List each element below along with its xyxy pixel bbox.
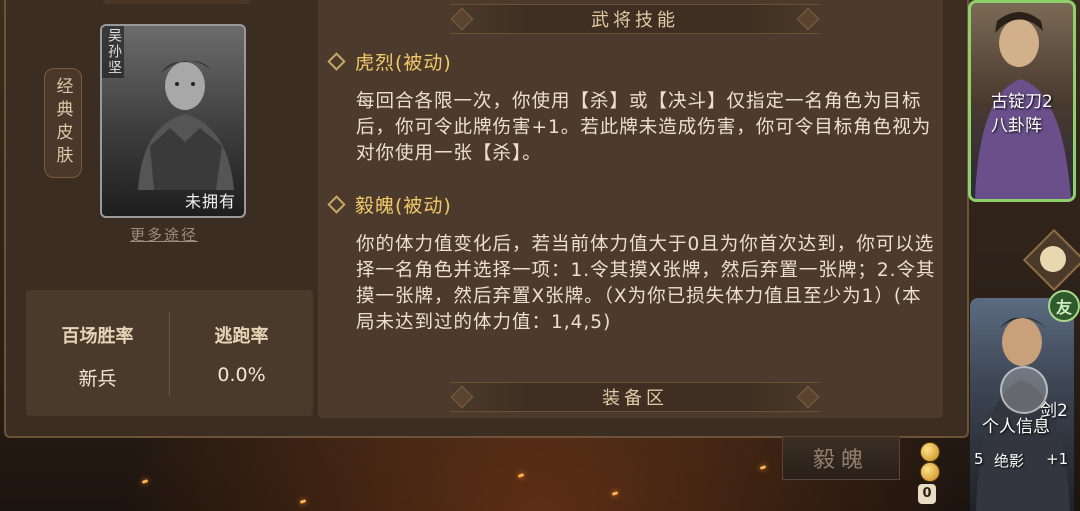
panel-top-edge (102, 0, 252, 4)
equipment-weapon: 古锭刀2 (991, 92, 1053, 112)
win-rate-value: 新兵 (78, 368, 117, 390)
escape-rate-value: 0.0% (217, 364, 266, 386)
equipment-banner: 装备区 (450, 382, 820, 412)
watermark (1073, 499, 1076, 509)
skills-info-area: 武将技能 虎烈(被动) 每回合各限一次，你使用【杀】或【决斗】仅指定一名角色为目… (318, 0, 943, 418)
top-hero-card[interactable]: 古锭刀2 八卦阵 (968, 0, 1076, 202)
general-portrait-icon (138, 60, 234, 190)
escape-rate-label: 逃跑率 (214, 326, 269, 347)
classic-skin-tab[interactable]: 经典皮肤 (44, 68, 82, 178)
more-ways-link[interactable]: 更多途径 (130, 224, 198, 245)
general-card[interactable]: 吴孙坚 未拥有 (100, 24, 246, 218)
skill-description: 你的体力值变化后，若当前体力值大于0且为你首次达到，你可以选择一名角色并选择一项… (356, 234, 936, 333)
skill-title: 毅魄(被动) (355, 195, 452, 217)
diamond-bullet-icon (327, 52, 346, 71)
coin-icon (920, 442, 940, 462)
horse-card-value: 5 (974, 450, 984, 468)
personal-info-label[interactable]: 个人信息 (982, 412, 1050, 437)
skill-title: 虎烈(被动) (355, 52, 452, 74)
skill-block: 毅魄(被动) 你的体力值变化后，若当前体力值大于0且为你首次达到，你可以选择一名… (327, 191, 936, 336)
diamond-bullet-icon (327, 195, 346, 214)
coin-icon (920, 462, 940, 482)
skill-activate-button[interactable]: 毅魄 (782, 436, 900, 480)
friend-badge: 友 (1048, 290, 1080, 322)
stats-box: 百场胜率 新兵 逃跑率 0.0% (26, 290, 313, 416)
skills-banner: 武将技能 (450, 4, 820, 34)
gear-icon (1040, 246, 1066, 272)
skill-block: 虎烈(被动) 每回合各限一次，你使用【杀】或【决斗】仅指定一名角色为目标后，你可… (327, 48, 936, 167)
hand-count-badge: 0 (918, 484, 936, 504)
equipment-banner-label: 装备区 (602, 388, 668, 409)
classic-skin-label: 经典皮肤 (52, 77, 73, 169)
skill-description: 每回合各限一次，你使用【杀】或【决斗】仅指定一名角色为目标后，你可令此牌伤害+1… (356, 91, 932, 164)
ownership-status: 未拥有 (184, 192, 236, 211)
horse-card-plus: +1 (1046, 450, 1069, 468)
equipment-armor: 八卦阵 (991, 116, 1042, 136)
card-general-name: 吴孙坚 (102, 26, 124, 78)
win-rate-label: 百场胜率 (61, 326, 134, 347)
horse-card-name: 绝影 (994, 452, 1025, 470)
skills-banner-label: 武将技能 (591, 10, 679, 31)
user-profile-icon[interactable] (1000, 366, 1048, 414)
